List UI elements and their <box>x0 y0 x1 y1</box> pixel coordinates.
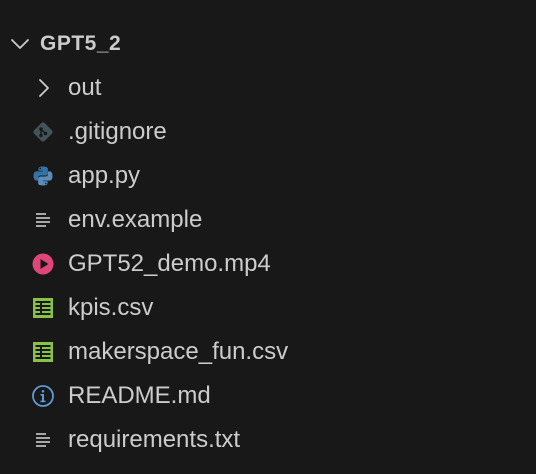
tree-item-label: kpis.csv <box>68 294 154 321</box>
text-lines-icon <box>30 427 56 453</box>
spreadsheet-icon <box>30 339 56 365</box>
text-lines-icon <box>30 207 56 233</box>
tree-item-readme-md[interactable]: README.md <box>0 374 536 418</box>
spreadsheet-icon <box>30 295 56 321</box>
tree-item-label: out <box>68 74 102 101</box>
tree-item-kpis-csv[interactable]: kpis.csv <box>0 286 536 330</box>
git-icon <box>30 119 56 145</box>
tree-item-requirements-txt[interactable]: requirements.txt <box>0 418 536 462</box>
tree-item-gitignore[interactable]: .gitignore <box>0 110 536 154</box>
file-explorer-tree: GPT5_2 out .gitignore app.py env.example… <box>0 22 536 462</box>
tree-item-label: .gitignore <box>68 118 167 145</box>
tree-item-label: makerspace_fun.csv <box>68 338 289 365</box>
tree-item-label: env.example <box>68 206 203 233</box>
tree-item-label: requirements.txt <box>68 426 241 453</box>
python-icon <box>30 163 56 189</box>
tree-item-out[interactable]: out <box>0 66 536 110</box>
tree-item-app-py[interactable]: app.py <box>0 154 536 198</box>
tree-item-gpt52-demo-mp4[interactable]: GPT52_demo.mp4 <box>0 242 536 286</box>
tree-item-label: app.py <box>68 162 141 189</box>
explorer-root-folder[interactable]: GPT5_2 <box>0 22 536 66</box>
video-play-icon <box>30 251 56 277</box>
tree-item-makerspace-fun-csv[interactable]: makerspace_fun.csv <box>0 330 536 374</box>
chevron-down-icon[interactable] <box>8 32 32 56</box>
tree-item-env-example[interactable]: env.example <box>0 198 536 242</box>
tree-item-label: README.md <box>68 382 211 409</box>
info-icon <box>30 383 56 409</box>
root-folder-label: GPT5_2 <box>40 32 122 55</box>
tree-item-label: GPT52_demo.mp4 <box>68 250 271 277</box>
chevron-right-icon[interactable] <box>30 75 56 101</box>
